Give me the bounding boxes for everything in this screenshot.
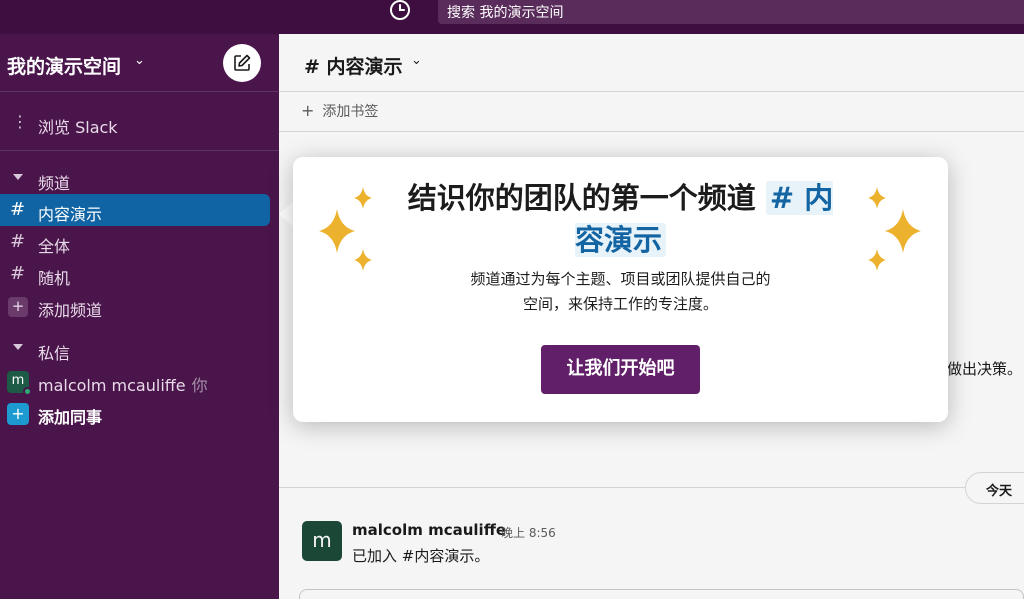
add-channel-item[interactable]: + 添加频道 <box>0 290 270 322</box>
sidebar-item-dm-malcolm[interactable]: m malcolm mcauliffe 你 <box>0 365 270 397</box>
sidebar-item-channel-random[interactable]: # 随机 <box>0 258 270 290</box>
clock-icon[interactable] <box>388 0 412 24</box>
dm-item-text: malcolm mcauliffe 你 <box>38 372 208 396</box>
add-teammate-label: 添加同事 <box>38 408 103 427</box>
compose-button[interactable] <box>223 44 261 82</box>
you-tag: 你 <box>191 376 208 395</box>
caret-down-icon <box>13 344 23 350</box>
popup-pointer <box>279 201 294 227</box>
workspace-name[interactable]: 我的演示空间 <box>7 52 121 79</box>
more-vertical-icon: ⋮ <box>12 112 28 131</box>
onboarding-popup: 结识你的团队的第一个频道 # 内容演示 频道通过为每个主题、项目或团队提供自己的… <box>293 157 948 422</box>
dm-header-label: 私信 <box>38 344 71 363</box>
dm-section-header[interactable]: 私信 <box>0 339 279 363</box>
popup-description: 频道通过为每个主题、项目或团队提供自己的 空间，来保持工作的专注度。 <box>433 267 808 317</box>
caret-down-icon <box>13 174 23 180</box>
channel-label: 全体 <box>38 237 71 256</box>
sidebar-item-channel-general[interactable]: # 全体 <box>0 226 270 258</box>
popup-title-text: 结识你的团队的第一个频道 <box>407 181 756 215</box>
sidebar: 我的演示空间 ⌄ ⋮ 浏览 Slack 频道 # 内容演示 # 全体 # 随机 … <box>0 34 279 599</box>
dm-user-name: malcolm mcauliffe <box>38 376 186 395</box>
popup-desc-line: 空间，来保持工作的专注度。 <box>522 295 718 313</box>
channels-section-header[interactable]: 频道 <box>0 169 279 193</box>
popup-title: 结识你的团队的第一个频道 # 内容演示 <box>403 177 838 261</box>
browse-slack-label: 浏览 Slack <box>38 118 118 137</box>
browse-slack-item[interactable]: ⋮ 浏览 Slack <box>0 112 279 137</box>
popup-desc-line: 频道通过为每个主题、项目或团队提供自己的 <box>470 270 771 288</box>
plus-icon: + <box>7 403 29 425</box>
hash-icon: # <box>10 263 26 284</box>
get-started-button[interactable]: 让我们开始吧 <box>541 345 700 394</box>
hash-icon: # <box>10 231 26 252</box>
sidebar-item-channel-content-demo[interactable]: # 内容演示 <box>0 194 270 226</box>
divider <box>0 91 279 92</box>
channel-label: 随机 <box>38 269 71 288</box>
search-input[interactable]: 搜索 我的演示空间 <box>438 0 1024 24</box>
add-channel-label: 添加频道 <box>38 301 103 320</box>
channels-header-label: 频道 <box>38 174 71 193</box>
chevron-down-icon[interactable]: ⌄ <box>134 53 145 68</box>
compose-icon <box>234 54 251 71</box>
divider <box>0 150 279 151</box>
sparkle-icon <box>868 187 921 271</box>
channel-label: 内容演示 <box>38 205 103 224</box>
plus-icon: + <box>8 297 28 317</box>
hash-icon: # <box>10 199 26 220</box>
add-teammate-item[interactable]: + 添加同事 <box>0 397 270 429</box>
online-status-icon <box>23 387 32 396</box>
top-bar: 搜索 我的演示空间 <box>0 0 1024 34</box>
sparkle-icon <box>319 187 372 271</box>
